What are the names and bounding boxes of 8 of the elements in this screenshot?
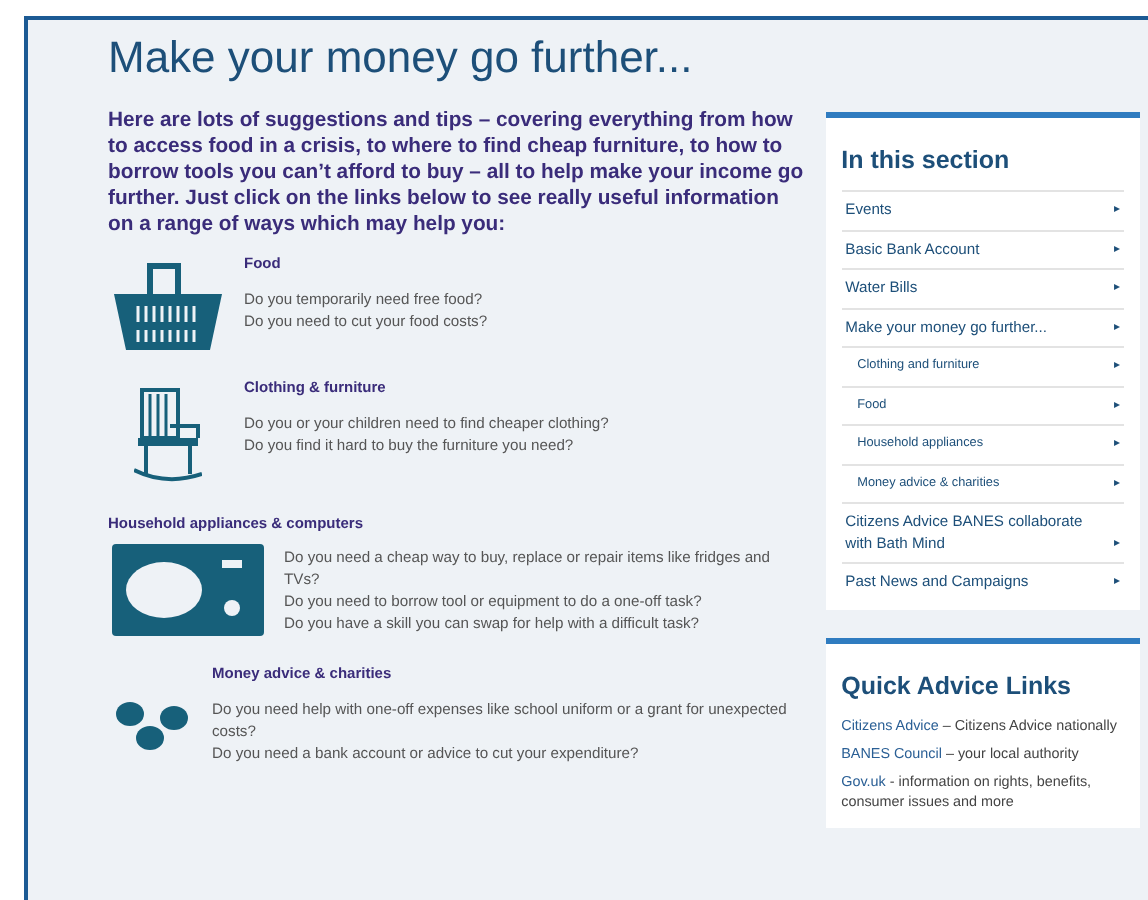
coins-icon [114,700,190,752]
basket-icon [114,262,222,350]
microwave-icon [112,544,264,636]
page-title: Make your money go further... [108,32,695,84]
rocking-chair-icon [134,386,202,486]
panel-title: In this section [841,146,1012,174]
intro-paragraph: Here are lots of suggestions and tips – covering everything from how to access food in a crisis, to where to find cheap furniture, to how to borrow tools you can’t afford to buy – all to help make your income go further. Just click on the links below to see really useful information on a range of ways which may help you: [108,108,806,238]
panel-title: Quick Advice Links [841,671,1073,699]
